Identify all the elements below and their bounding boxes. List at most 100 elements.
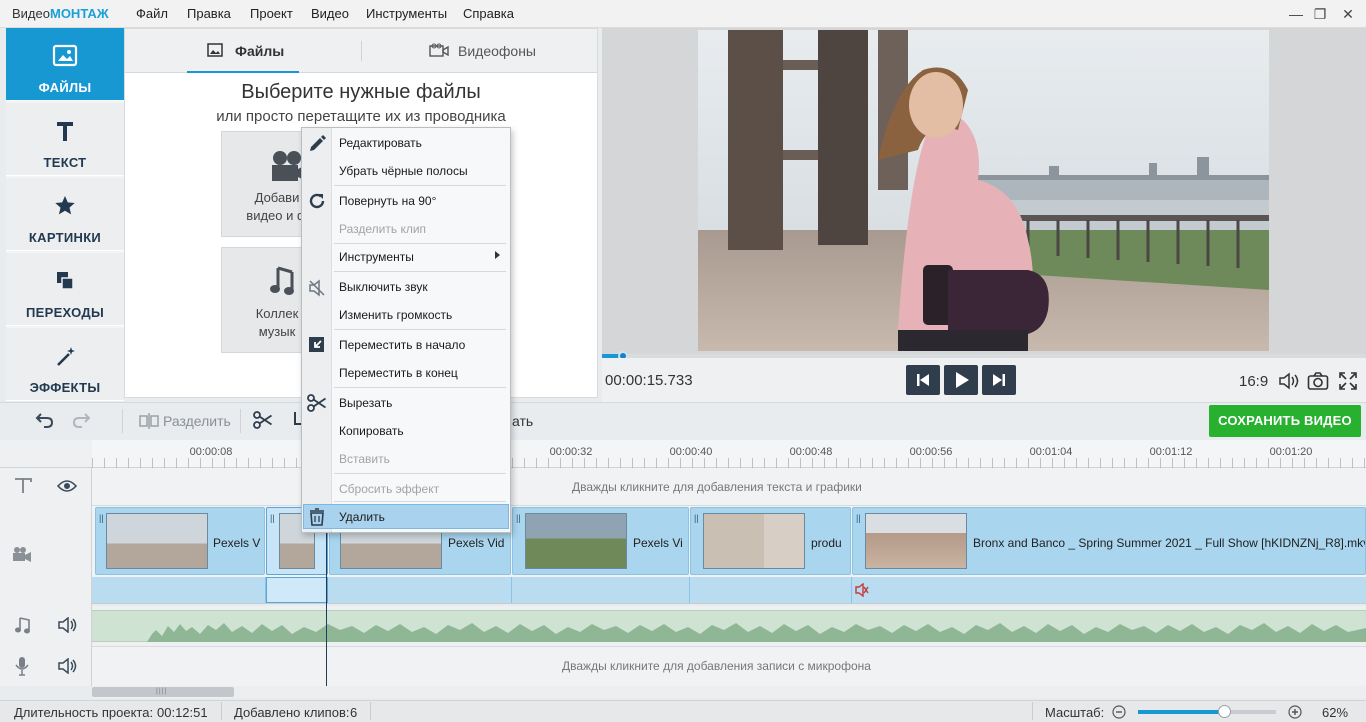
clip-name: Pexels V [213, 536, 261, 550]
tab-videofons[interactable]: Видеофоны [425, 29, 545, 73]
files-subtitle: или просто перетащите их из проводника [216, 108, 506, 125]
redo-icon[interactable] [72, 412, 92, 428]
menu-edit[interactable]: Правка [187, 6, 231, 21]
menu-video[interactable]: Видео [311, 6, 349, 21]
star-icon [6, 194, 124, 218]
menu-rotate-90[interactable]: Повернуть на 90° [339, 194, 436, 208]
sidebar-item-transitions[interactable]: ПЕРЕХОДЫ [6, 253, 124, 326]
app-brand: ВидеоМОНТАЖ [12, 6, 109, 21]
ruler-time-label: 00:00:56 [909, 446, 953, 458]
clip-audio-segment-selected[interactable] [266, 577, 328, 603]
menu-cut[interactable]: Вырезать [339, 396, 392, 410]
sidebar-item-label: ТЕКСТ [43, 155, 87, 170]
menu-delete[interactable]: Удалить [339, 510, 385, 524]
play-button[interactable] [944, 365, 978, 395]
ruler-time-label: 00:01:20 [1269, 446, 1313, 458]
undo-icon[interactable] [34, 412, 54, 428]
prev-frame-button[interactable] [906, 365, 940, 395]
clip-grip-icon[interactable]: || [856, 513, 861, 523]
video-clip[interactable]: || produ [690, 507, 851, 575]
save-video-button[interactable]: СОХРАНИТЬ ВИДЕО [1209, 405, 1361, 437]
sidebar-item-label: КАРТИНКИ [28, 230, 102, 245]
rotate-icon [306, 190, 328, 212]
zoom-in-icon[interactable] [1288, 705, 1302, 719]
text-track-icon [14, 478, 32, 494]
clip-name: Pexels Vid [448, 536, 505, 550]
video-preview-frame[interactable] [698, 30, 1269, 351]
tab-divider [361, 41, 362, 61]
menu-file[interactable]: Файл [136, 6, 168, 21]
video-clip[interactable]: || Pexels Vi [512, 507, 689, 575]
toolbar-partial-label[interactable]: ать [512, 413, 533, 429]
menu-tools[interactable]: Инструменты [339, 250, 414, 264]
ruler-time-label: 00:00:32 [549, 446, 593, 458]
timeline-scrollbar[interactable] [92, 686, 1366, 698]
mic-volume-icon[interactable] [57, 658, 77, 674]
zoom-slider-track[interactable] [1138, 710, 1224, 714]
menu-mute[interactable]: Выключить звук [339, 280, 428, 294]
clip-audio-segment[interactable] [852, 577, 1366, 603]
menu-help[interactable]: Справка [463, 6, 514, 21]
video-clip[interactable]: || Pexels V [95, 507, 265, 575]
next-frame-button[interactable] [982, 365, 1016, 395]
trash-icon [306, 506, 328, 528]
play-icon [956, 372, 969, 388]
text-track[interactable]: Дважды кликните для добавления текста и … [92, 468, 1366, 506]
magic-wand-icon [6, 344, 124, 368]
menu-edit-clip[interactable]: Редактировать [339, 136, 422, 150]
clip-name: produ [811, 536, 842, 550]
sidebar-item-effects[interactable]: ЭФФЕКТЫ [6, 328, 124, 401]
close-button[interactable]: ✕ [1336, 4, 1360, 24]
music-waveform [147, 623, 1366, 642]
volume-icon[interactable] [1278, 372, 1300, 390]
ruler-time-label: 00:00:40 [669, 446, 713, 458]
text-track-hint: Дважды кликните для добавления текста и … [572, 480, 862, 494]
clip-audio-segment[interactable] [92, 577, 266, 603]
sidebar-item-files[interactable]: ФАЙЛЫ [6, 28, 131, 101]
clip-grip-icon[interactable]: || [516, 513, 521, 523]
timeline-scrollbar-thumb[interactable]: |||| [92, 687, 234, 697]
project-duration-value: 00:12:51 [157, 705, 208, 720]
status-divider [221, 702, 222, 720]
clip-grip-icon[interactable]: || [99, 513, 104, 523]
clip-audio-segment[interactable] [690, 577, 852, 603]
music-volume-icon[interactable] [57, 617, 77, 633]
toolbar-divider [122, 409, 123, 433]
muted-audio-icon [855, 583, 869, 597]
sidebar-item-text[interactable]: ТЕКСТ [6, 103, 124, 176]
skip-back-icon [917, 374, 929, 386]
video-clip[interactable]: || Bronx and Banco _ Spring Summer 2021 … [852, 507, 1366, 575]
zoom-slider-rest[interactable] [1224, 710, 1276, 714]
zoom-slider-knob[interactable] [1218, 705, 1231, 718]
split-button[interactable]: Разделить [163, 413, 231, 429]
clip-audio-segment[interactable] [328, 577, 512, 603]
aspect-ratio-button[interactable]: 16:9 [1239, 373, 1268, 390]
clips-added-value: 6 [350, 705, 358, 720]
maximize-button[interactable]: ❐ [1308, 4, 1332, 24]
menu-split-clip: Разделить клип [339, 222, 427, 236]
submenu-arrow-icon [495, 251, 500, 259]
tab-files[interactable]: Файлы [187, 29, 299, 73]
clip-audio-segment[interactable] [512, 577, 690, 603]
clip-grip-icon[interactable]: || [694, 513, 699, 523]
ruler-corner [0, 440, 92, 468]
menu-move-to-end[interactable]: Переместить в конец [339, 366, 458, 380]
sidebar-item-label: ЭФФЕКТЫ [29, 380, 101, 395]
menu-separator [334, 387, 506, 388]
menu-change-volume[interactable]: Изменить громкость [339, 308, 452, 322]
sidebar-item-pictures[interactable]: КАРТИНКИ [6, 178, 124, 251]
zoom-out-icon[interactable] [1112, 705, 1126, 719]
scissors-icon[interactable] [253, 411, 273, 429]
menu-remove-black-bars[interactable]: Убрать чёрные полосы [339, 164, 468, 178]
minimize-button[interactable]: — [1284, 4, 1308, 24]
fullscreen-icon[interactable] [1338, 371, 1358, 391]
microphone-track[interactable]: Дважды кликните для добавления записи с … [92, 646, 1366, 686]
transitions-icon [6, 269, 124, 293]
clip-grip-icon[interactable]: || [270, 513, 275, 523]
menu-project[interactable]: Проект [250, 6, 293, 21]
snapshot-camera-icon[interactable] [1307, 371, 1329, 391]
menu-copy[interactable]: Копировать [339, 424, 404, 438]
eye-icon[interactable] [57, 479, 77, 493]
menu-move-to-start[interactable]: Переместить в начало [339, 338, 465, 352]
menu-tools[interactable]: Инструменты [366, 6, 447, 21]
